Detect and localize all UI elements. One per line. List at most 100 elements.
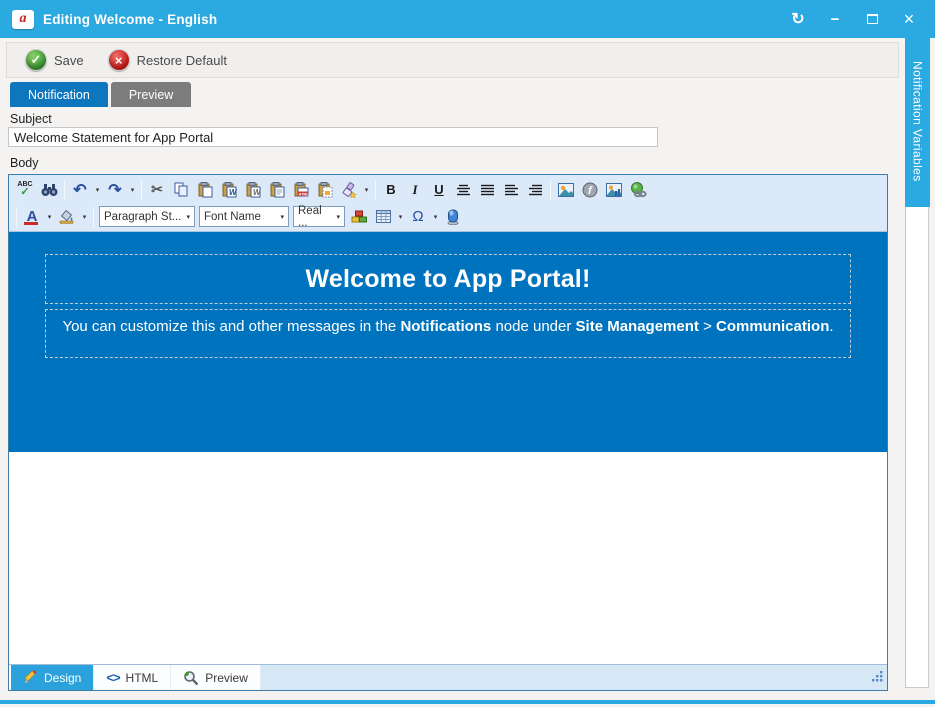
restore-label: Restore Default <box>137 53 227 68</box>
align-center-button[interactable] <box>451 178 475 201</box>
tab-notification[interactable]: Notification <box>10 82 108 107</box>
insert-table-button[interactable] <box>371 205 395 228</box>
insert-symbol-dropdown[interactable]: ▾ <box>430 205 441 228</box>
image-manager-icon <box>558 183 574 197</box>
separator <box>64 180 65 200</box>
insert-symbol-button[interactable]: Ω <box>406 205 430 228</box>
justify-button[interactable] <box>475 178 499 201</box>
welcome-banner: Welcome to App Portal! You can customize… <box>9 232 887 452</box>
close-icon[interactable]: × <box>901 11 917 27</box>
italic-button[interactable]: I <box>403 178 427 201</box>
foreground-color-dropdown[interactable]: ▾ <box>44 205 55 228</box>
color-bar <box>24 222 38 225</box>
editor-toolbar: ABC✓ ↶ ▾ ↷ ▾ ✂ <box>9 175 887 232</box>
restore-default-button[interactable]: × Restore Default <box>108 49 227 71</box>
underline-button[interactable]: U <box>427 178 451 201</box>
message-editable-region[interactable]: You can customize this and other message… <box>45 309 851 358</box>
hyperlink-manager-icon <box>630 182 647 198</box>
media-manager-button[interactable] <box>602 178 626 201</box>
mode-tab-preview[interactable]: Preview <box>171 665 261 690</box>
background-color-button[interactable] <box>55 205 79 228</box>
align-right-button[interactable] <box>523 178 547 201</box>
foreground-color-button[interactable]: A <box>20 205 44 228</box>
tab-preview[interactable]: Preview <box>111 82 191 107</box>
notification-variables-tab[interactable]: Notification Variables <box>905 35 930 207</box>
subject-input[interactable] <box>8 127 658 147</box>
hyperlink-manager-button[interactable] <box>626 178 650 201</box>
background-color-dropdown[interactable]: ▾ <box>79 205 90 228</box>
pencil-icon <box>23 670 38 685</box>
heading-editable-region[interactable]: Welcome to App Portal! <box>45 254 851 304</box>
editor-toolbar-row-2: A ▾ ▾ Paragraph St... ▾ <box>13 203 883 230</box>
align-left-icon <box>504 184 519 196</box>
italic-icon: I <box>412 182 417 198</box>
insert-module-button[interactable] <box>441 205 465 228</box>
save-button[interactable]: ✓ Save <box>25 49 84 71</box>
undo-dropdown[interactable]: ▾ <box>92 178 103 201</box>
chevron-down-icon: ▾ <box>336 213 340 221</box>
omega-icon: Ω <box>412 208 423 225</box>
font-name-value: Font Name <box>204 211 261 223</box>
titlebar: a Editing Welcome - English ↻ − × <box>0 0 935 38</box>
top-tabs: Notification Preview <box>10 82 191 107</box>
cut-button[interactable]: ✂ <box>145 178 169 201</box>
notification-variables-label: Notification Variables <box>911 61 925 182</box>
find-replace-button[interactable] <box>37 178 61 201</box>
paste-html-button[interactable] <box>313 178 337 201</box>
flash-manager-button[interactable]: f <box>578 178 602 201</box>
format-stripper-button[interactable] <box>337 178 361 201</box>
svg-text:W: W <box>229 188 237 197</box>
resize-grip[interactable] <box>866 666 887 690</box>
undo-button[interactable]: ↶ <box>68 178 92 201</box>
minimize-icon[interactable]: − <box>827 11 843 27</box>
body-label: Body <box>10 156 39 170</box>
magnifier-plus-icon <box>183 670 199 686</box>
window-title: Editing Welcome - English <box>43 12 217 27</box>
copy-button[interactable] <box>169 178 193 201</box>
bold-button[interactable]: B <box>379 178 403 201</box>
align-left-button[interactable] <box>499 178 523 201</box>
editor-toolbar-row-1: ABC✓ ↶ ▾ ↷ ▾ ✂ <box>13 176 883 203</box>
resize-grip-icon <box>870 669 883 682</box>
paragraph-style-select[interactable]: Paragraph St... ▾ <box>99 206 195 227</box>
refresh-icon[interactable]: ↻ <box>790 11 806 27</box>
paste-button[interactable] <box>193 178 217 201</box>
rich-text-editor: ABC✓ ↶ ▾ ↷ ▾ ✂ <box>8 174 888 691</box>
mode-tab-design[interactable]: Design <box>11 665 94 690</box>
paste-plain-text-button[interactable] <box>265 178 289 201</box>
font-size-select[interactable]: Real ... ▾ <box>293 206 345 227</box>
insert-table-icon <box>376 210 391 223</box>
spellcheck-button[interactable]: ABC✓ <box>13 178 37 201</box>
redo-dropdown[interactable]: ▾ <box>127 178 138 201</box>
paste-from-word-button[interactable]: W <box>217 178 241 201</box>
redo-button[interactable]: ↷ <box>103 178 127 201</box>
copy-icon <box>174 182 188 197</box>
maximize-box <box>867 14 878 24</box>
image-manager-button[interactable] <box>554 178 578 201</box>
format-stripper-dropdown[interactable]: ▾ <box>361 178 372 201</box>
snippet-button[interactable] <box>347 205 371 228</box>
separator <box>141 180 142 200</box>
mode-tab-preview-label: Preview <box>205 671 248 685</box>
dialog-window: a Editing Welcome - English ↻ − × ✓ Save… <box>0 0 935 707</box>
window-bottom-edge <box>0 700 935 704</box>
paste-as-html-icon: HTML <box>294 182 309 198</box>
paste-as-html-button[interactable]: HTML <box>289 178 313 201</box>
mode-tab-html[interactable]: <> HTML <box>94 665 171 690</box>
cut-icon: ✂ <box>151 181 163 198</box>
banner-heading: Welcome to App Portal! <box>306 265 591 294</box>
insert-table-dropdown[interactable]: ▾ <box>395 205 406 228</box>
maximize-icon[interactable] <box>864 11 880 27</box>
editor-canvas[interactable]: Welcome to App Portal! You can customize… <box>9 232 887 664</box>
mode-tab-design-label: Design <box>44 671 81 685</box>
banner-message: You can customize this and other message… <box>62 318 833 335</box>
paste-from-word-clean-button[interactable]: W <box>241 178 265 201</box>
save-label: Save <box>54 53 84 68</box>
font-name-select[interactable]: Font Name ▾ <box>199 206 289 227</box>
paste-plain-text-icon <box>270 182 285 198</box>
svg-text:HTML: HTML <box>298 192 308 196</box>
paste-icon <box>198 182 213 198</box>
format-stripper-icon <box>341 182 357 198</box>
spellcheck-icon: ABC✓ <box>17 182 32 197</box>
align-center-icon <box>456 184 471 196</box>
